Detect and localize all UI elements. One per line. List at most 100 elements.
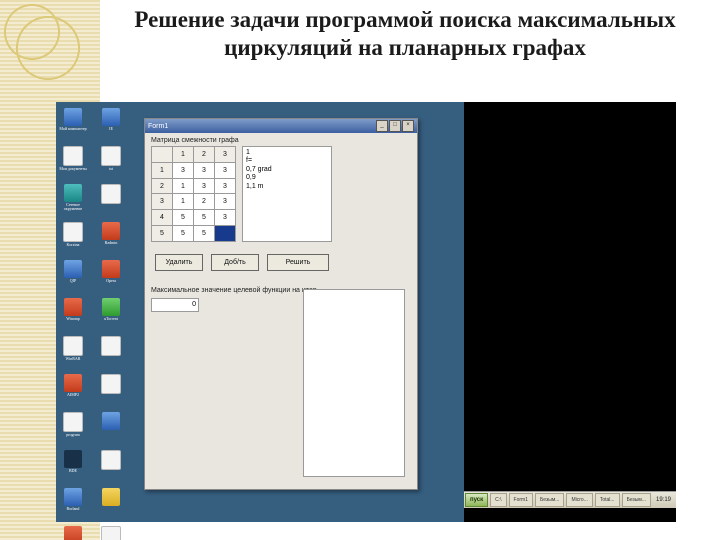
taskbar-item[interactable]: C:\ (490, 493, 506, 507)
desktop-icon[interactable]: Сетевое окружение (62, 184, 84, 214)
window-titlebar[interactable]: Form1 _ □ × (145, 119, 417, 133)
grid-cell[interactable]: 3 (215, 194, 236, 210)
grid-cell[interactable]: 2 (194, 194, 215, 210)
icon-label: uTorrent (96, 317, 126, 321)
desktop-icon[interactable] (100, 488, 122, 518)
grid-cell[interactable]: 5 (173, 210, 194, 226)
listbox-line: 1 (246, 149, 328, 157)
icon-label: AIMP2 (58, 393, 88, 397)
app-icon (64, 260, 82, 278)
start-button[interactable]: пуск (465, 493, 488, 507)
app-icon (101, 374, 121, 394)
desktop-icon-column-1: Мой компьютер Мои документы Сетевое окруже… (62, 108, 84, 540)
app-icon (102, 108, 120, 126)
icon-label: IE (96, 127, 126, 131)
desktop-icon[interactable]: Мои документы (62, 146, 84, 176)
app-icon (102, 412, 120, 430)
grid-cell[interactable]: 1 (173, 194, 194, 210)
icon-label: txt (96, 167, 126, 171)
icon-label: BDE (58, 469, 88, 473)
taskbar-item[interactable]: Безым... (535, 493, 564, 507)
taskbar[interactable]: пуск C:\Form1Безым...Micro...Total...Без… (464, 491, 676, 508)
desktop-icon[interactable]: BDE (62, 450, 84, 480)
desktop[interactable]: Мой компьютер Мои документы Сетевое окруже… (56, 102, 464, 522)
app-icon (102, 260, 120, 278)
grid-cell[interactable]: 3 (215, 162, 236, 178)
app-icon (101, 336, 121, 356)
result-listbox[interactable]: 1f=0,7 grad0,91,1 m (242, 146, 332, 242)
app-icon (101, 184, 121, 204)
window-title: Form1 (148, 123, 168, 130)
desktop-icon[interactable] (100, 184, 122, 214)
taskbar-clock: 19:19 (653, 497, 674, 503)
taskbar-item[interactable]: Form1 (509, 493, 533, 507)
desktop-icon[interactable] (100, 450, 122, 480)
taskbar-item[interactable]: Безым... (622, 493, 651, 507)
desktop-icon[interactable]: Borland (62, 488, 84, 518)
listbox-line: 0,9 (246, 174, 328, 182)
app-icon (101, 526, 121, 540)
desktop-icon[interactable] (100, 526, 122, 540)
adjacency-matrix-grid[interactable]: 1231333213331234553555 (151, 146, 236, 242)
app-icon (102, 488, 120, 506)
icon-label: QIP (58, 279, 88, 283)
app-window: Form1 _ □ × Матрица смежности графа 1231… (144, 118, 418, 490)
icon-label: Opera (96, 279, 126, 283)
desktop-icon[interactable]: Opera (100, 260, 122, 290)
app-icon (64, 488, 82, 506)
grid-cell[interactable] (215, 226, 236, 242)
desktop-icon[interactable]: IE (100, 108, 122, 138)
grid-cell[interactable]: 5 (173, 226, 194, 242)
screenshot-stage: Мой компьютер Мои документы Сетевое окруже… (56, 102, 676, 522)
icon-label: Winamp (58, 317, 88, 321)
desktop-icon[interactable]: AIMP2 (62, 374, 84, 404)
desktop-icon[interactable]: Radmin (100, 222, 122, 252)
grid-cell[interactable]: 5 (194, 226, 215, 242)
desktop-icon[interactable] (100, 336, 122, 366)
desktop-icon[interactable] (100, 412, 122, 442)
desktop-icon[interactable]: Winamp (62, 298, 84, 328)
minimize-button[interactable]: _ (376, 120, 388, 132)
maximize-button[interactable]: □ (389, 120, 401, 132)
add-button[interactable]: Доб/ть (211, 254, 259, 271)
app-icon (101, 450, 121, 470)
close-button[interactable]: × (402, 120, 414, 132)
icon-label: Radmin (96, 241, 126, 245)
grid-cell[interactable]: 3 (194, 178, 215, 194)
icon-label: Сетевое окружение (58, 203, 88, 211)
grid-cell[interactable]: 3 (194, 162, 215, 178)
taskbar-item[interactable]: Micro... (566, 493, 592, 507)
desktop-icon[interactable]: Adobe (62, 526, 84, 540)
grid-cell[interactable]: 5 (194, 210, 215, 226)
app-icon (63, 222, 83, 242)
grid-cell[interactable]: 3 (215, 178, 236, 194)
desktop-icon[interactable] (100, 374, 122, 404)
desktop-icon[interactable]: program (62, 412, 84, 442)
grid-cell[interactable]: 3 (215, 210, 236, 226)
matrix-section-label: Матрица смежности графа (151, 137, 417, 144)
grid-cell[interactable]: 3 (173, 162, 194, 178)
solve-button[interactable]: Решить (267, 254, 329, 271)
slide-title: Решение задачи программой поиска максима… (100, 6, 710, 62)
objective-value-field[interactable]: 0 (151, 298, 199, 312)
desktop-icon[interactable]: Мой компьютер (62, 108, 84, 138)
desktop-icon[interactable]: uTorrent (100, 298, 122, 328)
taskbar-item[interactable]: Total... (595, 493, 620, 507)
icon-label: Мои документы (58, 167, 88, 171)
delete-button[interactable]: Удалить (155, 254, 203, 271)
button-row: Удалить Доб/ть Решить (155, 254, 417, 271)
desktop-icon[interactable]: QIP (62, 260, 84, 290)
desktop-icon[interactable]: Korzina (62, 222, 84, 252)
desktop-icon[interactable]: txt (100, 146, 122, 176)
icon-label: Borland (58, 507, 88, 511)
window-control-buttons: _ □ × (376, 120, 414, 132)
app-icon (64, 298, 82, 316)
icon-label: WinRAR (58, 357, 88, 361)
desktop-icon[interactable]: WinRAR (62, 336, 84, 366)
app-icon (102, 222, 120, 240)
app-icon (63, 336, 83, 356)
app-icon (64, 184, 82, 202)
app-icon (64, 374, 82, 392)
listbox-line: 0,7 grad (246, 166, 328, 174)
grid-cell[interactable]: 1 (173, 178, 194, 194)
